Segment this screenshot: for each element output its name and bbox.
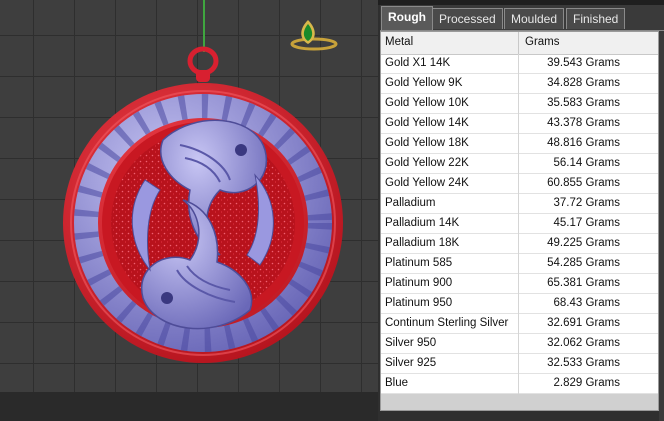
grams-cell: 39.543 Grams — [547, 57, 620, 69]
grams-cell: 43.378 Grams — [547, 117, 620, 129]
cell-divider — [518, 234, 519, 254]
metal-cell: Blue — [385, 377, 409, 389]
grams-cell: 2.829 Grams — [553, 377, 620, 389]
cell-divider — [518, 114, 519, 134]
table-row[interactable]: Gold X1 14K 39.543 Grams — [381, 54, 658, 74]
cell-divider — [518, 294, 519, 314]
metal-cell: Gold Yellow 9K — [385, 77, 463, 89]
metal-weight-table: Metal Grams Gold X1 14K 39.543 Grams Gold … — [380, 31, 659, 394]
metal-cell: Silver 925 — [385, 357, 437, 369]
table-row[interactable]: Palladium 14K 45.17 Grams — [381, 214, 658, 234]
grams-cell: 35.583 Grams — [547, 97, 620, 109]
grams-cell: 34.828 Grams — [547, 77, 620, 89]
cell-divider — [518, 174, 519, 194]
metal-cell: Gold Yellow 10K — [385, 97, 469, 109]
grams-cell: 56.14 Grams — [553, 157, 620, 169]
cell-divider — [518, 254, 519, 274]
cell-divider — [518, 194, 519, 214]
metal-cell: Continum Sterling Silver — [385, 317, 509, 329]
table-row[interactable]: Gold Yellow 22K 56.14 Grams — [381, 154, 658, 174]
table-row[interactable]: Gold Yellow 9K 34.828 Grams — [381, 74, 658, 94]
grams-cell: 37.72 Grams — [553, 197, 620, 209]
table-row[interactable]: Continum Sterling Silver 32.691 Grams — [381, 314, 658, 334]
tab-moulded[interactable]: Moulded — [504, 8, 565, 29]
column-divider[interactable] — [518, 32, 519, 54]
cell-divider — [518, 74, 519, 94]
header-metal[interactable]: Metal — [385, 36, 413, 48]
metal-cell: Platinum 900 — [385, 277, 453, 289]
cell-divider — [518, 134, 519, 154]
table-row[interactable]: Silver 950 32.062 Grams — [381, 334, 658, 354]
pendant-model[interactable] — [55, 40, 355, 380]
grams-cell: 45.17 Grams — [553, 217, 620, 229]
grams-cell: 48.816 Grams — [547, 137, 620, 149]
cell-divider — [518, 94, 519, 114]
metal-cell: Gold Yellow 24K — [385, 177, 469, 189]
table-footer — [380, 394, 659, 411]
grams-cell: 49.225 Grams — [547, 237, 620, 249]
table-row[interactable]: Gold Yellow 18K 48.816 Grams — [381, 134, 658, 154]
tab-bar: Rough Processed Moulded Finished — [380, 5, 664, 31]
table-row[interactable]: Gold Yellow 10K 35.583 Grams — [381, 94, 658, 114]
metal-cell: Palladium — [385, 197, 436, 209]
metal-cell: Platinum 585 — [385, 257, 453, 269]
table-row[interactable]: Palladium 18K 49.225 Grams — [381, 234, 658, 254]
grams-cell: 32.691 Grams — [547, 317, 620, 329]
metal-cell: Gold Yellow 14K — [385, 117, 469, 129]
grams-cell: 32.533 Grams — [547, 357, 620, 369]
table-row[interactable]: Platinum 950 68.43 Grams — [381, 294, 658, 314]
table-row[interactable]: Platinum 900 65.381 Grams — [381, 274, 658, 294]
grams-cell: 54.285 Grams — [547, 257, 620, 269]
cell-divider — [518, 334, 519, 354]
grams-cell: 32.062 Grams — [547, 337, 620, 349]
metal-cell: Gold Yellow 22K — [385, 157, 469, 169]
ring-thumbnail-icon[interactable] — [284, 14, 340, 58]
cell-divider — [518, 54, 519, 74]
viewport-status-strip — [0, 392, 378, 421]
header-grams[interactable]: Grams — [525, 36, 560, 48]
cell-divider — [518, 354, 519, 374]
metal-cell: Gold X1 14K — [385, 57, 451, 69]
cell-divider — [518, 314, 519, 334]
3d-viewport[interactable] — [0, 0, 378, 392]
table-row[interactable]: Gold Yellow 14K 43.378 Grams — [381, 114, 658, 134]
tab-rough[interactable]: Rough — [381, 6, 433, 30]
cell-divider — [518, 154, 519, 174]
cell-divider — [518, 214, 519, 234]
table-row[interactable]: Gold Yellow 24K 60.855 Grams — [381, 174, 658, 194]
table-row[interactable]: Palladium 37.72 Grams — [381, 194, 658, 214]
grams-cell: 65.381 Grams — [547, 277, 620, 289]
metal-cell: Gold Yellow 18K — [385, 137, 469, 149]
grams-cell: 60.855 Grams — [547, 177, 620, 189]
cell-divider — [518, 374, 519, 394]
grams-cell: 68.43 Grams — [553, 297, 620, 309]
metal-cell: Silver 950 — [385, 337, 437, 349]
metal-cell: Palladium 14K — [385, 217, 460, 229]
tab-finished[interactable]: Finished — [566, 8, 626, 29]
table-header: Metal Grams — [381, 32, 658, 55]
metal-cell: Platinum 950 — [385, 297, 453, 309]
table-row[interactable]: Platinum 585 54.285 Grams — [381, 254, 658, 274]
metal-cell: Palladium 18K — [385, 237, 460, 249]
cell-divider — [518, 274, 519, 294]
panel-right-edge — [659, 31, 664, 421]
table-row[interactable]: Silver 925 32.533 Grams — [381, 354, 658, 374]
tab-processed[interactable]: Processed — [432, 8, 503, 29]
table-row[interactable]: Blue 2.829 Grams — [381, 374, 658, 394]
